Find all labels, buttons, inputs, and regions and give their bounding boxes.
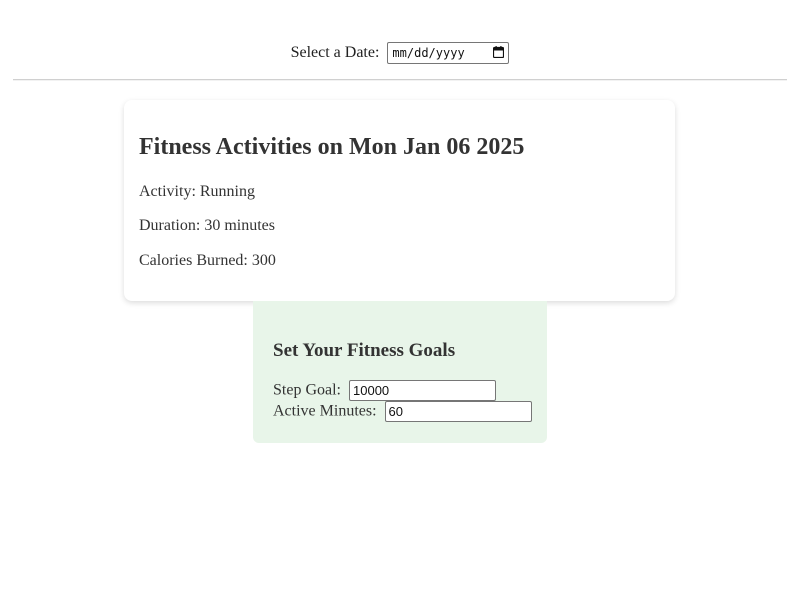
- date-input[interactable]: mm/dd/yyyy: [387, 42, 510, 64]
- activity-card: Fitness Activities on Mon Jan 06 2025 Ac…: [124, 100, 675, 301]
- active-minutes-input[interactable]: [384, 401, 532, 422]
- date-picker-row: Select a Date: mm/dd/yyyy: [0, 42, 800, 64]
- step-goal-input[interactable]: [349, 380, 496, 401]
- step-goal-row: Step Goal:: [273, 380, 496, 401]
- activity-card-title: Fitness Activities on Mon Jan 06 2025: [139, 134, 525, 160]
- date-input-placeholder: mm/dd/yyyy: [392, 46, 465, 60]
- page: Select a Date: mm/dd/yyyy Fitness Activi…: [0, 0, 800, 600]
- goals-panel: Set Your Fitness Goals Step Goal: Active…: [253, 301, 547, 443]
- duration-line: Duration: 30 minutes: [139, 217, 275, 234]
- activity-line: Activity: Running: [139, 183, 255, 200]
- active-minutes-row: Active Minutes:: [273, 401, 532, 422]
- calendar-icon[interactable]: [493, 46, 505, 58]
- goals-title: Set Your Fitness Goals: [273, 340, 456, 361]
- divider: [13, 79, 787, 81]
- calories-line: Calories Burned: 300: [139, 252, 276, 269]
- step-goal-label: Step Goal:: [273, 381, 341, 399]
- date-picker-label: Select a Date:: [290, 44, 380, 61]
- active-minutes-label: Active Minutes:: [273, 402, 377, 420]
